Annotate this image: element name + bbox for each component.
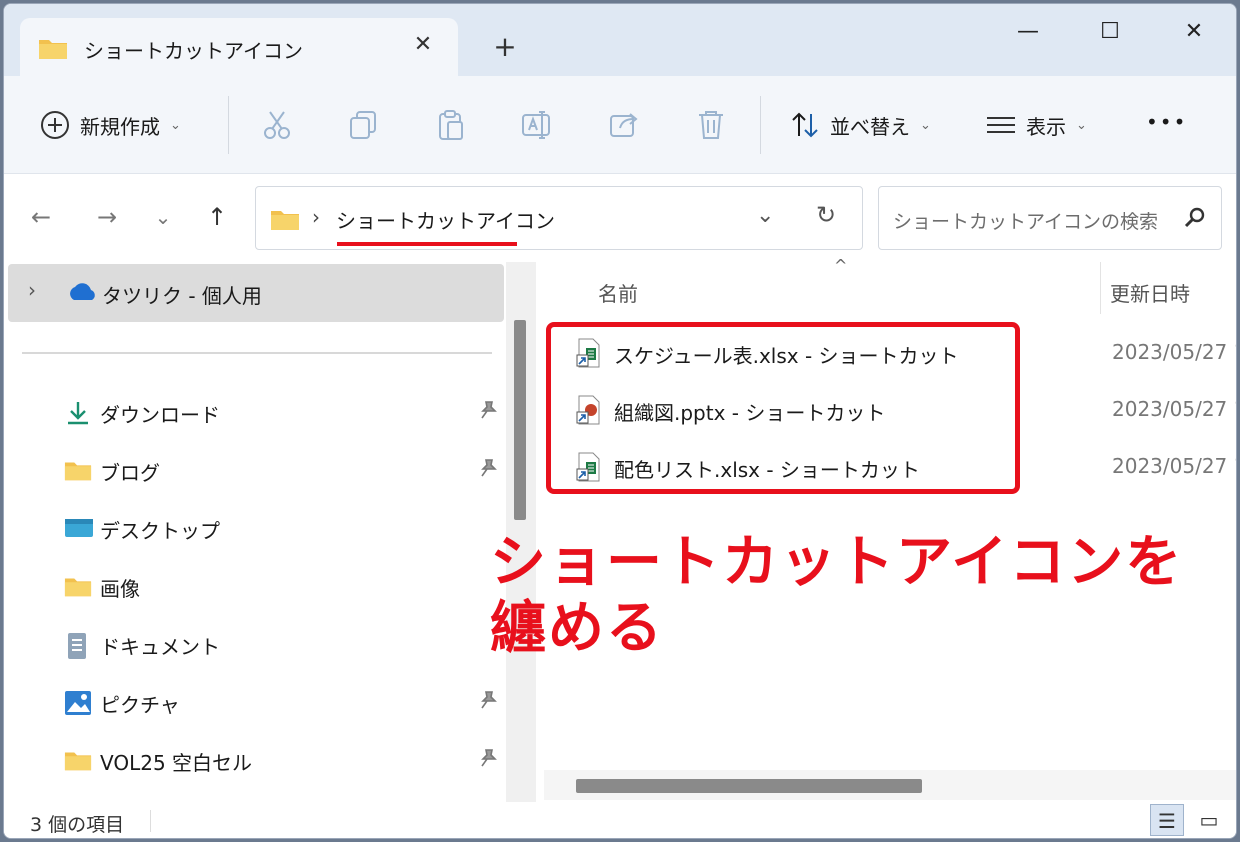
folder-icon bbox=[64, 574, 92, 600]
folder-icon bbox=[64, 458, 92, 484]
sidebar-item-documents[interactable]: ドキュメント bbox=[4, 618, 514, 670]
pictures-icon bbox=[64, 690, 92, 716]
file-modified: 2023/05/27 1 bbox=[1112, 454, 1237, 478]
sidebar-scrollbar-thumb[interactable] bbox=[514, 320, 526, 520]
search-icon bbox=[1183, 205, 1207, 233]
cut-icon[interactable] bbox=[260, 108, 294, 142]
details-view-button[interactable]: ☰ bbox=[1150, 804, 1184, 836]
close-window-button[interactable]: ✕ bbox=[1174, 12, 1214, 52]
divider bbox=[228, 96, 229, 154]
item-count: 3 個の項目 bbox=[30, 814, 125, 836]
sidebar-item-downloads[interactable]: ダウンロード bbox=[4, 386, 514, 438]
file-modified: 2023/05/27 1 bbox=[1112, 397, 1237, 421]
command-bar: 新規作成 ⌄ 並べ替え ⌄ 表示 ⌄ ••• bbox=[4, 76, 1236, 174]
folder-icon bbox=[270, 207, 300, 235]
search-box[interactable]: ショートカットアイコンの検索 bbox=[878, 186, 1222, 250]
recent-locations-button[interactable]: ⌄ bbox=[148, 202, 178, 232]
new-button-label: 新規作成 bbox=[80, 114, 160, 139]
minimize-button[interactable]: — bbox=[1008, 12, 1048, 52]
close-tab-icon[interactable]: ✕ bbox=[408, 30, 438, 60]
explorer-window: ショートカットアイコン ✕ + — ☐ ✕ 新規作成 ⌄ 並べ替え ⌄ 表示 ⌄… bbox=[3, 3, 1237, 839]
up-button[interactable]: ↑ bbox=[202, 202, 232, 232]
sort-ascending-icon: ^ bbox=[834, 256, 848, 275]
desktop-icon bbox=[64, 516, 93, 542]
tab-title: ショートカットアイコン bbox=[84, 39, 303, 63]
sort-button-label: 並べ替え bbox=[830, 114, 910, 139]
sidebar-item-label: ピクチャ bbox=[100, 693, 180, 717]
sidebar-item-label: VOL25 空白セル bbox=[100, 751, 253, 775]
chevron-down-icon: ⌄ bbox=[170, 117, 181, 133]
sidebar-item-blog[interactable]: ブログ bbox=[4, 444, 514, 496]
pin-icon[interactable] bbox=[478, 400, 498, 425]
chevron-down-icon: ⌄ bbox=[1076, 117, 1087, 133]
sidebar-item-label: 画像 bbox=[100, 577, 140, 601]
sidebar-item-label: デスクトップ bbox=[100, 519, 220, 543]
forward-button[interactable]: → bbox=[92, 202, 122, 232]
annotation-line-2: 纏める bbox=[490, 596, 664, 661]
sidebar-item-label: ドキュメント bbox=[100, 635, 220, 659]
search-placeholder: ショートカットアイコンの検索 bbox=[893, 211, 1159, 233]
sidebar-item-label: ブログ bbox=[100, 461, 160, 485]
address-highlight-underline bbox=[337, 242, 517, 246]
view-lines-icon bbox=[987, 117, 1015, 133]
title-bar: ショートカットアイコン ✕ + — ☐ ✕ bbox=[4, 4, 1236, 76]
file-modified: 2023/05/27 1 bbox=[1112, 340, 1237, 364]
sort-icon bbox=[792, 112, 818, 138]
sidebar-item-label: ダウンロード bbox=[100, 403, 220, 427]
chevron-down-icon: ⌄ bbox=[920, 117, 931, 133]
divider bbox=[150, 810, 151, 832]
column-divider[interactable] bbox=[1100, 262, 1101, 314]
breadcrumb-current[interactable]: ショートカットアイコン bbox=[336, 205, 555, 234]
divider bbox=[760, 96, 761, 154]
paste-icon[interactable] bbox=[434, 108, 468, 142]
address-dropdown-icon[interactable]: ⌄ bbox=[756, 203, 774, 228]
status-bar: 3 個の項目 ☰ ▭ bbox=[4, 802, 1236, 838]
maximize-button[interactable]: ☐ bbox=[1090, 12, 1130, 52]
folder-icon bbox=[64, 748, 92, 774]
refresh-icon[interactable]: ↻ bbox=[816, 201, 836, 229]
annotation-line-1: ショートカットアイコンを bbox=[490, 530, 1184, 595]
sidebar-item-label: タツリク - 個人用 bbox=[102, 284, 262, 308]
document-icon bbox=[64, 632, 92, 659]
horizontal-scrollbar-thumb[interactable] bbox=[576, 779, 922, 793]
back-button[interactable]: ← bbox=[26, 202, 56, 232]
annotation-text: ショートカットアイコンを 纏める bbox=[490, 530, 1230, 662]
sidebar-item-pictures[interactable]: ピクチャ bbox=[4, 676, 514, 728]
address-bar[interactable]: › ショートカットアイコン ⌄ ↻ bbox=[255, 186, 863, 250]
navigation-pane: › タツリク - 個人用 ダウンロード ブログ デスクトップ 画像 ドキュメント… bbox=[4, 262, 516, 802]
share-icon[interactable] bbox=[608, 108, 642, 142]
plus-circle-icon bbox=[41, 111, 69, 139]
folder-icon bbox=[38, 36, 68, 64]
new-button[interactable]: 新規作成 ⌄ bbox=[40, 110, 181, 140]
sidebar-item-images[interactable]: 画像 bbox=[4, 560, 514, 612]
sidebar-item-vol25[interactable]: VOL25 空白セル bbox=[4, 734, 514, 786]
sidebar-divider bbox=[22, 352, 492, 354]
tab-shortcut-icons[interactable]: ショートカットアイコン ✕ bbox=[20, 18, 458, 76]
view-button[interactable]: 表示 ⌄ bbox=[986, 110, 1087, 140]
copy-icon[interactable] bbox=[346, 108, 380, 142]
sidebar-item-desktop[interactable]: デスクトップ bbox=[4, 502, 514, 554]
pin-icon[interactable] bbox=[478, 458, 498, 483]
view-button-label: 表示 bbox=[1026, 114, 1066, 139]
pin-icon[interactable] bbox=[478, 690, 498, 715]
column-header-modified[interactable]: 更新日時 bbox=[1110, 278, 1190, 307]
tiles-view-button[interactable]: ▭ bbox=[1192, 804, 1226, 836]
delete-icon[interactable] bbox=[694, 108, 728, 142]
sidebar-item-onedrive[interactable]: › タツリク - 個人用 bbox=[8, 264, 504, 322]
onedrive-cloud-icon bbox=[66, 280, 98, 306]
sort-button[interactable]: 並べ替え ⌄ bbox=[790, 110, 931, 140]
more-options-button[interactable]: ••• bbox=[1146, 110, 1187, 134]
rename-icon[interactable] bbox=[520, 108, 554, 142]
column-header-name[interactable]: 名前 bbox=[598, 278, 638, 307]
new-tab-button[interactable]: + bbox=[488, 30, 522, 64]
download-icon bbox=[64, 400, 92, 426]
expand-chevron-icon[interactable]: › bbox=[28, 278, 36, 302]
files-highlight-box bbox=[546, 322, 1020, 494]
breadcrumb-separator: › bbox=[312, 205, 320, 229]
pin-icon[interactable] bbox=[478, 748, 498, 773]
